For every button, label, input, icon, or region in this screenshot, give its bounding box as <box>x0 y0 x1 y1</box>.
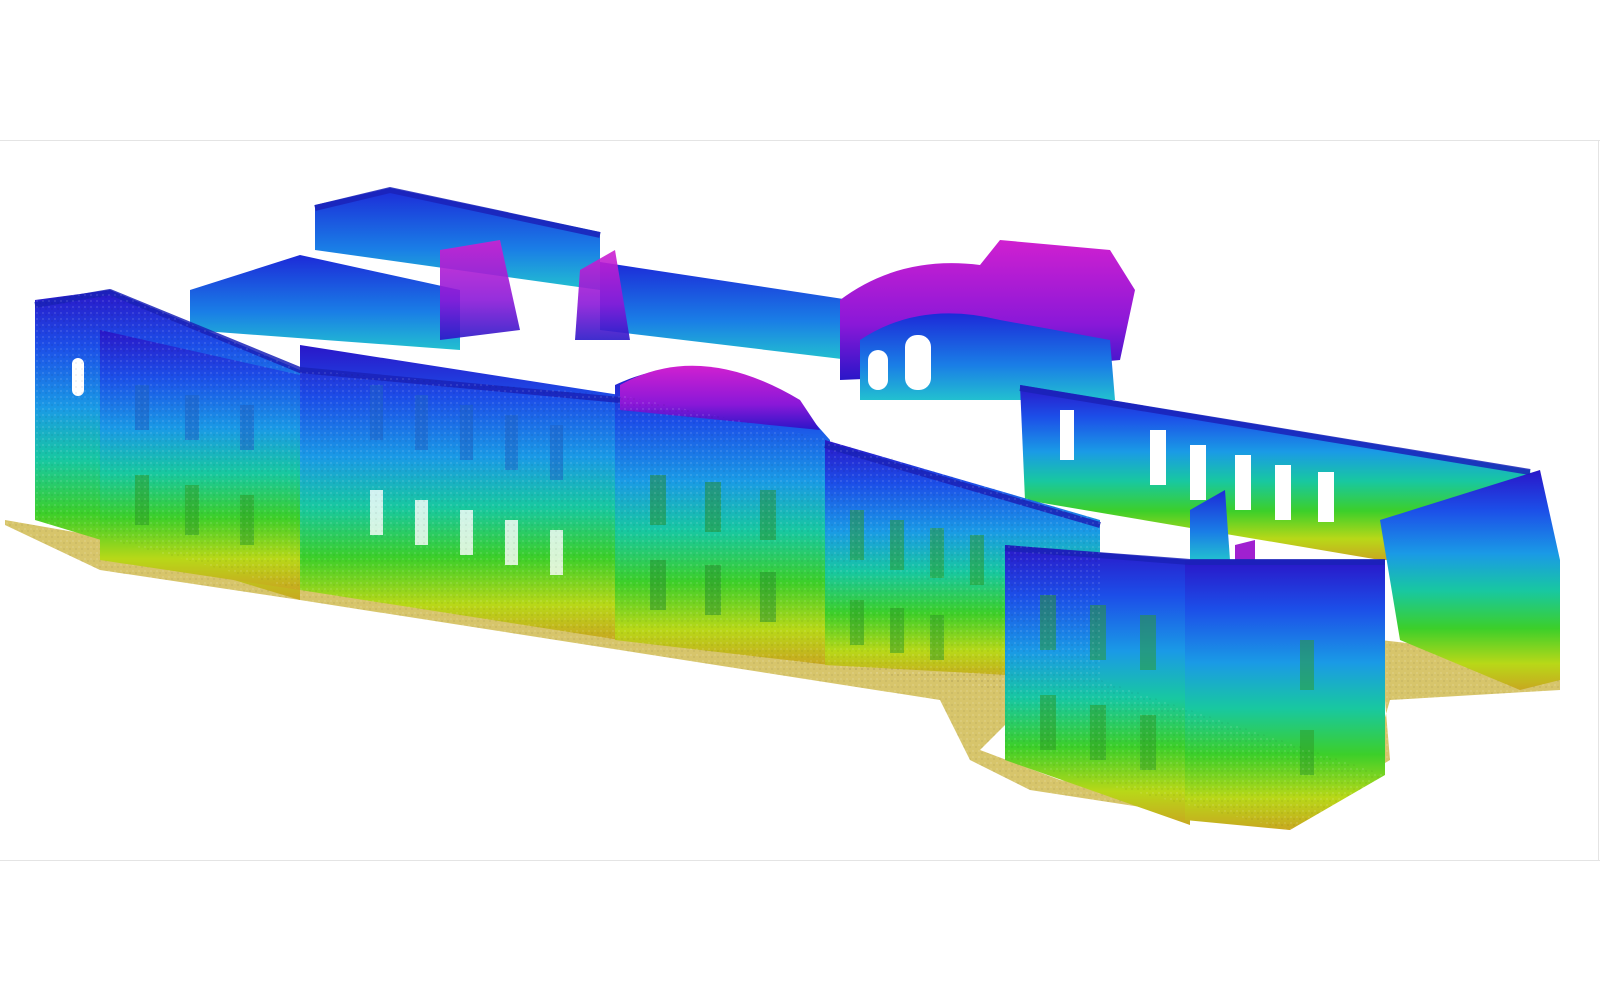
window-opening <box>1150 430 1166 485</box>
window <box>1140 615 1156 670</box>
rear-wing <box>190 188 850 360</box>
window <box>1300 640 1314 690</box>
rotunda-window <box>868 350 888 390</box>
window-opening <box>1235 455 1251 510</box>
rotunda <box>840 240 1135 400</box>
window-opening <box>1060 410 1074 460</box>
viewport-right-border <box>1598 140 1599 860</box>
building-point-cloud <box>5 187 1560 830</box>
window-opening <box>1190 445 1206 500</box>
rotunda-window <box>905 335 931 390</box>
window-opening <box>1318 472 1334 522</box>
point-cloud-viewport <box>0 0 1600 1000</box>
viewport-bottom-border <box>0 860 1600 861</box>
viewport-top-border <box>0 140 1600 141</box>
window-opening <box>1275 465 1291 520</box>
